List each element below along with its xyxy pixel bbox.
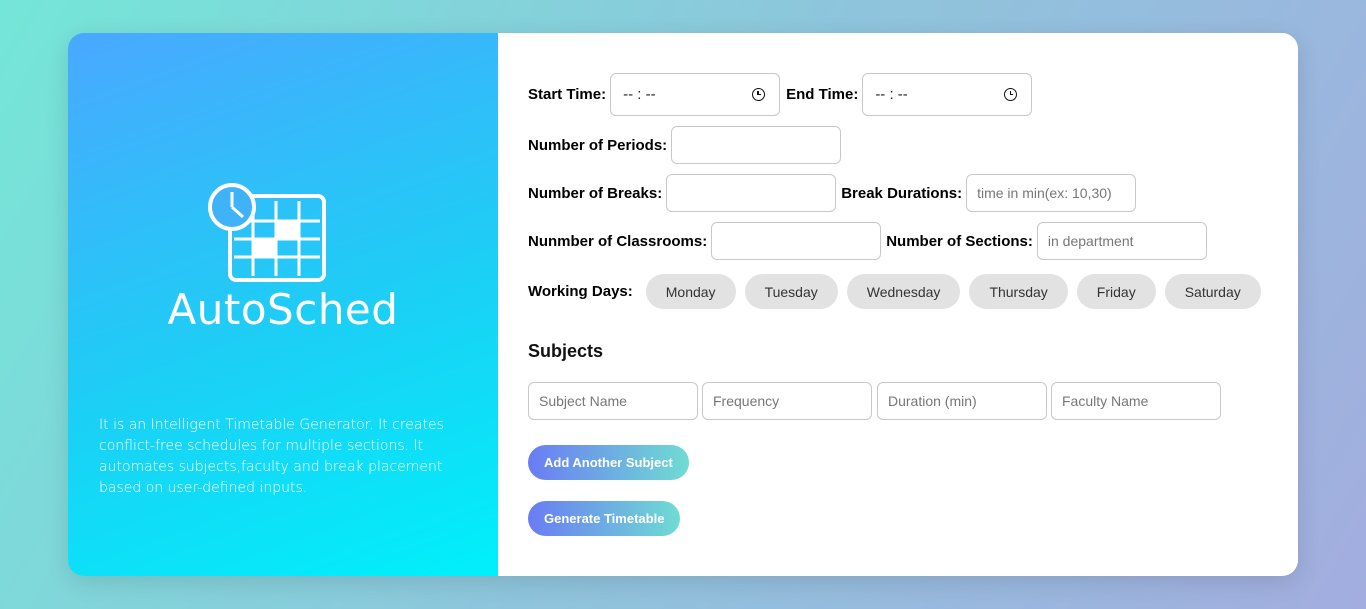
brand-description: It is an Intelligent Timetable Generator… — [99, 417, 444, 496]
day-thursday[interactable]: Thursday — [969, 274, 1068, 309]
break-durations-label: Break Durations: — [841, 184, 963, 202]
day-wednesday[interactable]: Wednesday — [846, 274, 961, 309]
classrooms-input[interactable] — [711, 222, 882, 260]
day-monday[interactable]: Monday — [645, 274, 736, 309]
subject-name-input[interactable] — [528, 382, 698, 420]
brand-name: AutoSched — [167, 285, 399, 334]
periods-label: Number of Periods: — [528, 136, 668, 154]
periods-input[interactable] — [671, 126, 842, 164]
classrooms-row: Nunmber of Classrooms: Number of Section… — [528, 222, 1207, 260]
start-time-label: Start Time: — [528, 86, 607, 103]
time-row: Start Time: -- : -- End Time: -- : -- — [528, 73, 1038, 116]
breaks-label: Number of Breaks: — [528, 184, 663, 202]
start-time-value: -- : -- — [623, 86, 656, 103]
add-subject-button[interactable]: Add Another Subject — [528, 445, 689, 480]
sections-label: Number of Sections: — [886, 232, 1033, 250]
day-friday[interactable]: Friday — [1076, 274, 1156, 309]
periods-row: Number of Periods: — [528, 126, 842, 164]
form-panel: Start Time: -- : -- End Time: -- : -- Nu… — [498, 33, 1298, 576]
duration-input[interactable] — [877, 382, 1047, 420]
classrooms-label: Nunmber of Classrooms: — [528, 232, 708, 250]
brand-panel: AutoSched It is an Intelligent Timetable… — [68, 33, 498, 576]
frequency-input[interactable] — [702, 382, 872, 420]
calendar-grid-icon — [208, 183, 326, 282]
end-time-input[interactable]: -- : -- — [862, 73, 1033, 116]
break-durations-input[interactable] — [966, 174, 1137, 212]
day-tuesday[interactable]: Tuesday — [744, 274, 838, 309]
end-time-value: -- : -- — [875, 86, 908, 103]
breaks-row: Number of Breaks: Break Durations: — [528, 174, 1137, 212]
time-picker-icon[interactable] — [1004, 88, 1018, 101]
working-days-label: Working Days: — [528, 283, 633, 300]
end-time-label: End Time: — [786, 86, 859, 103]
generate-timetable-button[interactable]: Generate Timetable — [528, 501, 681, 536]
time-picker-icon[interactable] — [752, 88, 766, 101]
subjects-title: Subjects — [528, 341, 604, 361]
day-saturday[interactable]: Saturday — [1164, 274, 1261, 309]
start-time-input[interactable]: -- : -- — [610, 73, 781, 116]
main-card: AutoSched It is an Intelligent Timetable… — [68, 33, 1298, 576]
working-days-row: Working Days: Monday Tuesday Wednesday T… — [528, 274, 1261, 309]
sections-input[interactable] — [1036, 222, 1207, 260]
subject-row — [528, 382, 1221, 420]
breaks-input[interactable] — [666, 174, 837, 212]
faculty-input[interactable] — [1051, 382, 1221, 420]
